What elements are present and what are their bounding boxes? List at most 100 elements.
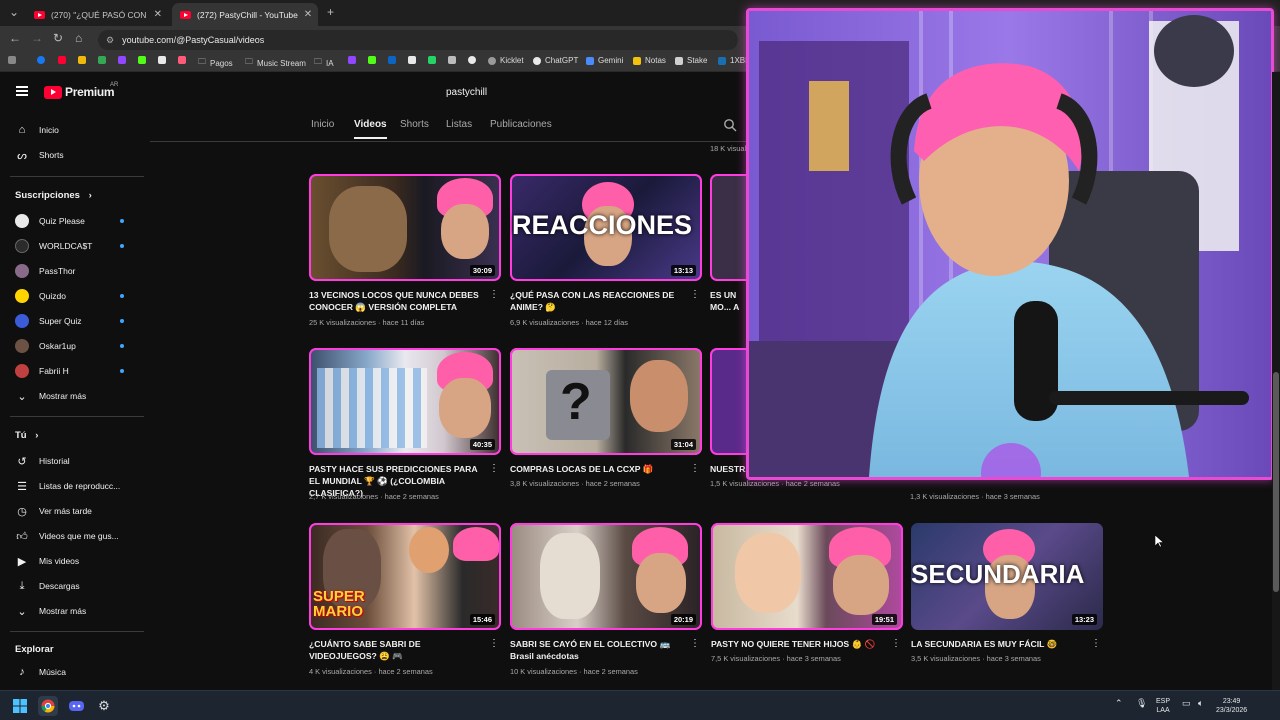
address-bar[interactable]: ⚙ youtube.com/@PastyCasual/videos (98, 30, 738, 50)
bookmark-kicklet[interactable]: Kicklet (488, 56, 524, 65)
bookmark-app-icon[interactable] (348, 56, 356, 64)
bookmark-app-icon[interactable] (468, 56, 476, 64)
sidebar-item-downloads[interactable]: ⤓ Descargas (0, 575, 150, 597)
page-scrollbar[interactable] (1272, 72, 1280, 690)
close-tab-icon[interactable]: ✕ (304, 9, 312, 20)
bookmark-tiktok-icon[interactable] (408, 56, 416, 64)
sidebar-item-subscription[interactable]: PassThor (0, 260, 150, 282)
video-thumbnail[interactable]: 40:35 (309, 348, 501, 455)
bookmark-stake[interactable]: Stake (675, 56, 707, 65)
more-options-icon[interactable]: ⋮ (690, 639, 700, 649)
video-card[interactable]: NUESTRA... (710, 348, 746, 488)
browser-tab-2[interactable]: (272) PastyChill - YouTube ✕ (172, 3, 318, 26)
bookmark-app-icon[interactable] (178, 56, 186, 64)
network-icon[interactable]: ▭ (1182, 699, 1191, 708)
reload-icon[interactable]: ↻ (53, 31, 63, 45)
new-tab-button[interactable]: + (327, 5, 334, 19)
sidebar-item-subscription[interactable]: WORLDCA$T (0, 235, 150, 257)
video-title[interactable]: ¿CUÁNTO SABE SABRI DE VIDEOJUEGOS? 😩 🎮 (309, 638, 487, 662)
bookmark-chatgpt[interactable]: ChatGPT (533, 56, 578, 65)
bookmark-app-icon[interactable] (448, 56, 456, 64)
volume-icon[interactable]: 🔈︎ (1198, 699, 1203, 708)
sidebar-item-subscription[interactable]: Quiz Please (0, 210, 150, 232)
search-input[interactable]: pastychill (436, 80, 756, 104)
microphone-icon[interactable]: 🎙︎ (1136, 699, 1147, 708)
more-options-icon[interactable]: ⋮ (1091, 639, 1101, 649)
bookmark-folder-pagos[interactable]: 🗀 Pagos (198, 56, 233, 70)
sidebar-item-liked-videos[interactable]: 👍︎ Videos que me gus... (0, 525, 150, 547)
video-thumbnail[interactable]: SUPER MARIO 15:46 (309, 523, 501, 630)
sidebar-item-playlists[interactable]: ☰ Listas de reproducc... (0, 475, 150, 497)
video-title[interactable]: ¿QUÉ PASA CON LAS REACCIONES DE ANIME? 🤔 (510, 289, 688, 313)
more-options-icon[interactable]: ⋮ (891, 639, 901, 649)
tab-search-icon[interactable]: ⌄ (9, 5, 19, 19)
more-options-icon[interactable]: ⋮ (489, 290, 499, 300)
video-thumbnail[interactable]: SECUNDARIA 13:23 (911, 523, 1103, 630)
tab-publicaciones[interactable]: Publicaciones (490, 119, 552, 130)
menu-icon[interactable] (16, 86, 28, 96)
bookmark-twitch-icon[interactable] (118, 56, 126, 64)
sidebar-item-historial[interactable]: ↺ Historial (0, 450, 150, 472)
back-icon[interactable]: ← (9, 31, 21, 45)
video-thumbnail[interactable]: REACCIONES 13:13 (510, 174, 702, 281)
tab-videos[interactable]: Videos (354, 119, 387, 139)
video-thumbnail[interactable]: 30:09 (309, 174, 501, 281)
sidebar-item-subscription[interactable]: Super Quiz (0, 310, 150, 332)
bookmark-folder-music-stream[interactable]: 🗀 Music Stream (245, 56, 306, 70)
bookmark-binance-icon[interactable] (78, 56, 86, 64)
forward-icon[interactable]: → (31, 31, 43, 45)
sidebar-show-more[interactable]: ⌄ Mostrar más (0, 600, 150, 622)
bookmark-youtube-icon[interactable] (58, 56, 66, 64)
browser-tab-1[interactable]: (270) "¿QUÉ PASÓ CON EL CO... ✕ (26, 3, 170, 26)
video-title[interactable]: COMPRAS LOCAS DE LA CCXP 🎁 (510, 463, 688, 475)
home-icon[interactable]: ⌂ (75, 31, 82, 45)
windows-start-icon[interactable] (10, 696, 30, 716)
bookmark-app-icon[interactable] (388, 56, 396, 64)
tab-shorts[interactable]: Shorts (400, 119, 429, 130)
more-options-icon[interactable]: ⋮ (489, 464, 499, 474)
video-thumbnail[interactable]: 19:51 (711, 523, 903, 630)
sidebar-item-subscription[interactable]: Fabrii H (0, 360, 150, 382)
close-tab-icon[interactable]: ✕ (154, 9, 162, 20)
sidebar-item-inicio[interactable]: ⌂ Inicio (0, 119, 150, 141)
video-title[interactable]: ES UN MO... A LOS RE... (710, 289, 746, 314)
bookmark-folder-ia[interactable]: 🗀 IA (314, 56, 334, 70)
bookmark-app-icon[interactable] (368, 56, 376, 64)
video-thumbnail[interactable]: ? 31:04 (510, 348, 702, 455)
sidebar-item-subscription[interactable]: Quizdo (0, 285, 150, 307)
sidebar-item-subscription[interactable]: Oskar1up (0, 335, 150, 357)
bookmark-app-icon[interactable] (428, 56, 436, 64)
channel-search-icon[interactable] (723, 118, 737, 132)
chevron-up-icon[interactable]: ⌃ (1115, 699, 1123, 708)
tab-inicio[interactable]: Inicio (311, 119, 334, 130)
language-indicator[interactable]: ESP LAA (1156, 697, 1170, 715)
app-gear-icon[interactable]: ⚙ (94, 696, 114, 716)
video-title[interactable]: 13 VECINOS LOCOS QUE NUNCA DEBES CONOCER… (309, 289, 487, 313)
you-heading[interactable]: Tú › (15, 430, 38, 441)
scrollbar-thumb[interactable] (1273, 372, 1279, 592)
video-title[interactable]: NUESTRA... (710, 463, 746, 475)
video-thumbnail[interactable] (710, 348, 746, 455)
video-title[interactable]: SABRI SE CAYÓ EN EL COLECTIVO 🚌 Brasil a… (510, 638, 688, 662)
more-options-icon[interactable]: ⋮ (489, 639, 499, 649)
video-thumbnail[interactable]: 20:19 (510, 523, 702, 630)
bookmark-app-icon[interactable] (158, 56, 166, 64)
tab-listas[interactable]: Listas (446, 119, 472, 130)
youtube-logo[interactable]: Premium AR (44, 82, 118, 99)
clock[interactable]: 23:49 23/3/2026 (1216, 697, 1247, 715)
sidebar-item-shorts[interactable]: ᔕ Shorts (0, 144, 150, 166)
more-options-icon[interactable]: ⋮ (690, 464, 700, 474)
bookmark-drive-icon[interactable] (98, 56, 106, 64)
more-options-icon[interactable]: ⋮ (690, 290, 700, 300)
video-title[interactable]: PASTY NO QUIERE TENER HIJOS 👶 🚫 (711, 638, 889, 650)
site-info-icon[interactable]: ⚙ (106, 35, 114, 46)
sidebar-show-more[interactable]: ⌄ Mostrar más (0, 385, 150, 407)
bookmark-notas[interactable]: Notas (633, 56, 666, 65)
sidebar-item-watch-later[interactable]: ◷ Ver más tarde (0, 500, 150, 522)
sidebar-item-music[interactable]: ♪ Música (0, 661, 150, 683)
video-thumbnail[interactable] (710, 174, 746, 281)
sidebar-item-my-videos[interactable]: ▶ Mis videos (0, 550, 150, 572)
apps-icon[interactable] (8, 56, 16, 64)
video-card[interactable]: ES UN MO... A LOS RE... (710, 174, 746, 314)
discord-icon[interactable] (66, 696, 86, 716)
